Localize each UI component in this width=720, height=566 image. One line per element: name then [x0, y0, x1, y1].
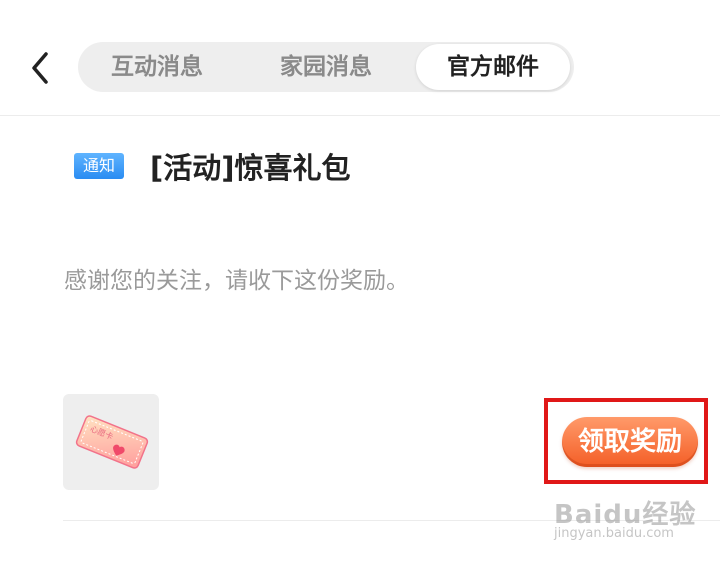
tab-interactive-messages[interactable]: 互动消息 — [78, 42, 236, 92]
header-divider — [0, 115, 720, 116]
heart-ticket-icon: 心愿卡 — [75, 415, 149, 469]
header: 互动消息 家园消息 官方邮件 — [0, 0, 720, 115]
tab-home-messages[interactable]: 家园消息 — [244, 42, 408, 92]
watermark: Baidu经验 jingyan.baidu.com — [550, 486, 710, 556]
watermark-url: jingyan.baidu.com — [554, 526, 674, 541]
notice-badge: 通知 — [74, 153, 124, 179]
claim-reward-button[interactable]: 领取奖励 — [562, 417, 698, 467]
message-tabs: 互动消息 家园消息 官方邮件 — [78, 42, 574, 92]
reward-item: 心愿卡 — [63, 394, 159, 490]
tab-official-mail[interactable]: 官方邮件 — [416, 44, 570, 90]
message-body: 感谢您的关注，请收下这份奖励。 — [64, 268, 409, 294]
back-button[interactable] — [26, 50, 56, 86]
message-title: [活动]惊喜礼包 — [150, 151, 351, 185]
chevron-left-icon — [32, 52, 48, 84]
